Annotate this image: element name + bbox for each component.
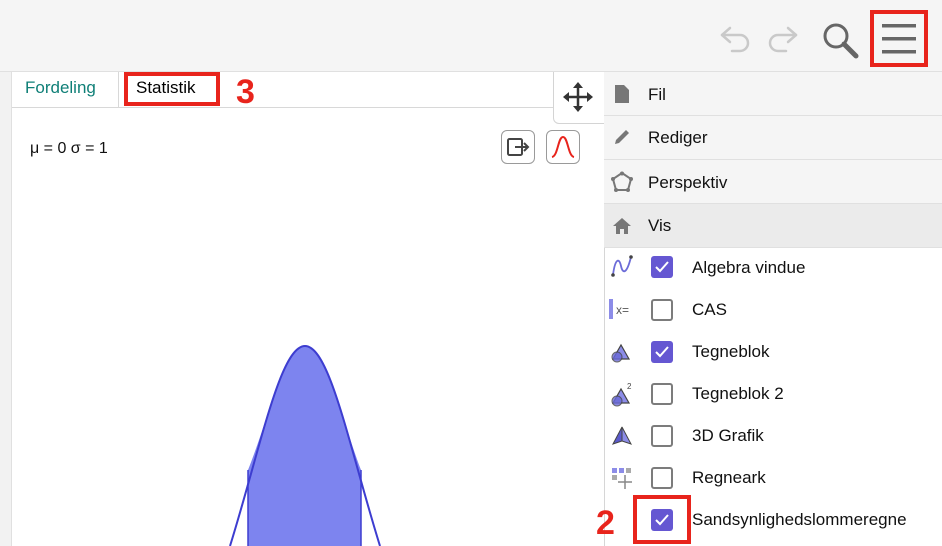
export-icon	[507, 138, 530, 156]
view-label-regneark: Regneark	[692, 468, 766, 487]
menu-item-label: Perspektiv	[648, 173, 728, 192]
search-icon[interactable]	[820, 20, 862, 60]
statistik-tab-highlight	[124, 72, 220, 106]
pencil-icon	[615, 130, 629, 144]
normal-distribution-graph	[229, 344, 381, 546]
algebra-checkbox[interactable]	[651, 256, 673, 278]
view-label-tegneblok2: Tegneblok 2	[692, 384, 784, 403]
normal-curve-icon	[551, 135, 575, 158]
spreadsheet-icon	[612, 468, 632, 489]
menu-item-label: Vis	[648, 216, 672, 235]
annotation-3: 3	[236, 73, 255, 111]
perspective-icon	[611, 171, 633, 192]
view-label-algebra: Algebra vindue	[692, 258, 806, 277]
graphics3d-icon	[611, 426, 633, 445]
menu-item-label: Rediger	[648, 128, 708, 147]
view-label-tegneblok: Tegneblok	[692, 342, 770, 361]
shaded-area	[248, 346, 361, 546]
top-toolbar	[0, 0, 942, 72]
view-label-probability: Sandsynlighedslommeregne	[692, 510, 907, 529]
distribution-parameters: μ = 0 σ = 1	[30, 140, 108, 157]
view-label-cas: CAS	[692, 300, 727, 319]
home-icon	[613, 218, 631, 234]
tab-fordeling[interactable]: Fordeling	[25, 78, 96, 98]
redo-icon[interactable]	[764, 24, 800, 54]
svg-text:x=: x=	[616, 303, 629, 317]
annotation-2: 2	[596, 504, 615, 542]
svg-text:2: 2	[627, 382, 632, 391]
view-label-3d: 3D Grafik	[692, 426, 764, 445]
panel-left-edge	[0, 72, 12, 546]
move-view-button[interactable]	[553, 72, 605, 124]
cas-checkbox[interactable]	[651, 299, 673, 321]
undo-icon[interactable]	[718, 24, 754, 54]
graphics-icon	[611, 343, 631, 363]
menu-icon[interactable]	[881, 22, 917, 56]
tegneblok2-checkbox[interactable]	[651, 383, 673, 405]
probability-checkbox[interactable]	[651, 509, 673, 531]
normal-curve-button[interactable]	[546, 130, 580, 164]
graphics2-icon: 2	[611, 382, 632, 407]
menu-item-label: Fil	[648, 85, 666, 104]
tegneblok-checkbox[interactable]	[651, 341, 673, 363]
export-button[interactable]	[501, 130, 535, 164]
app-window: 1 Fordeling Statistik 3 μ = 0 σ = 1	[0, 0, 942, 546]
regneark-checkbox[interactable]	[651, 467, 673, 489]
move-icon	[563, 82, 593, 112]
cas-icon: x=	[609, 299, 629, 319]
algebra-icon	[611, 255, 633, 277]
file-icon	[615, 85, 629, 103]
tab-separator	[118, 72, 119, 108]
tab-strip	[12, 72, 604, 108]
3d-grafik-checkbox[interactable]	[651, 425, 673, 447]
